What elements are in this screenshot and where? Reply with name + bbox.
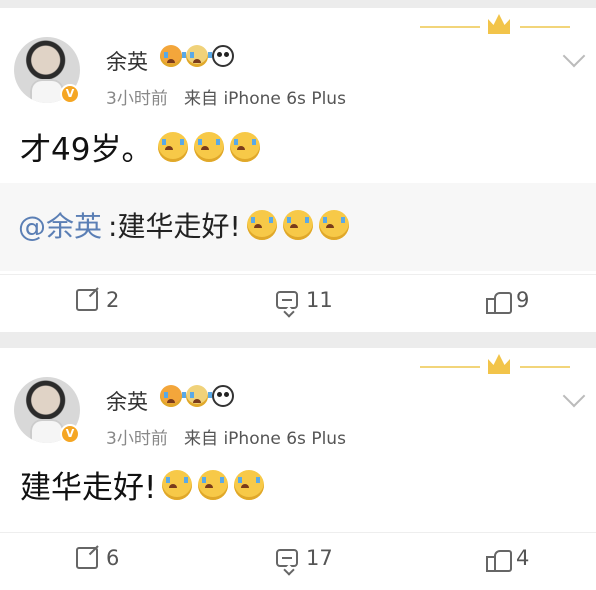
repost-box[interactable]: @余英 :建华走好! <box>0 183 596 271</box>
repost-button[interactable]: 6 <box>76 546 119 570</box>
like-count: 4 <box>516 546 530 570</box>
post-source: 来自 iPhone 6s Plus <box>184 429 346 449</box>
username[interactable]: 余英 <box>106 46 148 76</box>
like-count: 9 <box>516 288 530 312</box>
comment-icon <box>276 549 298 567</box>
comment-count: 17 <box>306 546 333 570</box>
comment-icon <box>276 291 298 309</box>
like-button[interactable]: 9 <box>486 288 530 314</box>
post-gap <box>0 332 596 348</box>
verified-badge-icon: V <box>60 84 80 104</box>
chevron-down-icon[interactable] <box>562 44 586 68</box>
like-button[interactable]: 4 <box>486 546 530 572</box>
badge-icon <box>186 45 212 67</box>
repost-button[interactable]: 2 <box>76 288 119 312</box>
post-text-content: 建华走好! <box>20 470 157 506</box>
crying-face-icon <box>198 469 229 500</box>
username[interactable]: 余英 <box>106 386 148 416</box>
post-header: V 余英 3小时前 来自 iPhone 6s Plus <box>0 348 596 449</box>
post-text: 建华走好! <box>20 462 265 507</box>
post-meta: 3小时前 来自 iPhone 6s Plus <box>106 424 346 449</box>
comment-count: 11 <box>306 288 333 312</box>
post-meta: 3小时前 来自 iPhone 6s Plus <box>106 84 346 109</box>
comment-button[interactable]: 11 <box>276 288 333 312</box>
repost-count: 6 <box>106 546 120 570</box>
repost-content: :建华走好! <box>108 210 241 243</box>
user-badges <box>160 385 234 407</box>
post-text-content: 才49岁。 <box>20 132 153 168</box>
crying-face-icon <box>194 131 225 162</box>
chevron-down-icon[interactable] <box>562 384 586 408</box>
repost-text: @余英 :建华走好! <box>18 205 349 245</box>
crying-face-icon <box>162 469 193 500</box>
panda-icon <box>212 385 234 407</box>
crying-face-icon <box>318 210 349 240</box>
mention-link[interactable]: @余英 <box>18 205 102 245</box>
user-badges <box>160 45 234 67</box>
post-source: 来自 iPhone 6s Plus <box>184 89 346 109</box>
badge-icon <box>186 385 212 407</box>
share-icon <box>76 547 98 569</box>
verified-badge-icon: V <box>60 424 80 444</box>
post-actions: 2 11 9 <box>0 274 596 330</box>
thumbs-up-icon <box>486 547 512 572</box>
top-gap <box>0 0 596 8</box>
post-header: V 余英 3小时前 来自 iPhone 6s Plus <box>0 8 596 109</box>
repost-count: 2 <box>106 288 120 312</box>
crying-face-icon <box>282 210 313 240</box>
post-card-2[interactable]: V 余英 3小时前 来自 iPhone 6s Plus 建华走好! 6 17 4 <box>0 348 596 590</box>
comment-button[interactable]: 17 <box>276 546 333 570</box>
panda-icon <box>212 45 234 67</box>
post-actions: 6 17 4 <box>0 532 596 588</box>
post-text: 才49岁。 <box>20 124 261 169</box>
crying-face-icon <box>246 210 277 240</box>
post-time: 3小时前 <box>106 89 168 109</box>
thumbs-up-icon <box>486 289 512 314</box>
post-card-1[interactable]: V 余英 3小时前 来自 iPhone 6s Plus 才49岁。 @余英 :建… <box>0 8 596 332</box>
crying-face-icon <box>158 131 189 162</box>
crying-face-icon <box>230 131 261 162</box>
crying-face-icon <box>234 469 265 500</box>
badge-icon <box>160 385 186 407</box>
share-icon <box>76 289 98 311</box>
post-time: 3小时前 <box>106 429 168 449</box>
badge-icon <box>160 45 186 67</box>
